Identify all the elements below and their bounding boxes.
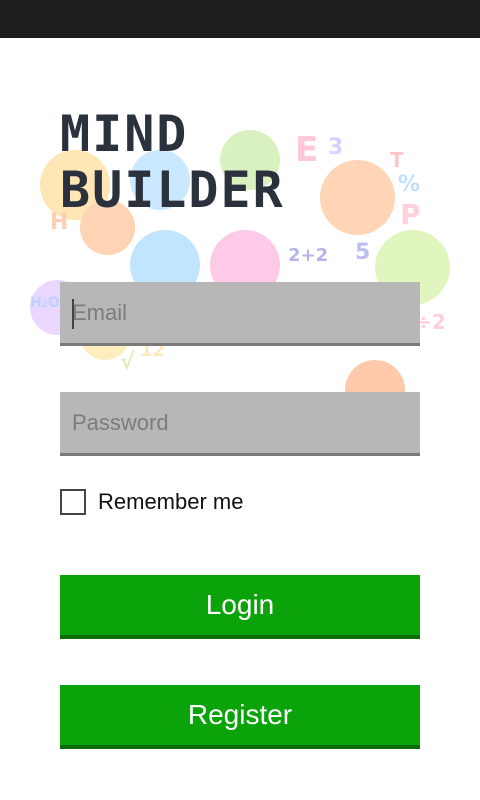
logo-line-2: BUILDER bbox=[60, 161, 285, 219]
email-field[interactable] bbox=[60, 282, 420, 346]
bg-glyph: T bbox=[390, 148, 404, 172]
remember-me-label[interactable]: Remember me bbox=[98, 489, 243, 515]
text-cursor bbox=[72, 299, 74, 329]
login-button[interactable]: Login bbox=[60, 575, 420, 639]
bg-glyph: H₂O bbox=[30, 295, 60, 311]
password-field[interactable] bbox=[60, 392, 420, 456]
logo-line-1: MIND bbox=[60, 105, 189, 163]
app-logo: MIND BUILDER bbox=[60, 106, 285, 218]
bg-glyph: √ bbox=[120, 350, 135, 375]
status-bar bbox=[0, 0, 480, 38]
remember-me-row[interactable]: Remember me bbox=[60, 488, 243, 516]
remember-me-checkbox[interactable] bbox=[60, 489, 86, 515]
register-button[interactable]: Register bbox=[60, 685, 420, 749]
bg-glyph: E bbox=[295, 130, 319, 170]
bg-glyph: 5 bbox=[355, 240, 371, 265]
bg-glyph: 2+2 bbox=[288, 245, 329, 266]
bg-glyph: 3 bbox=[328, 135, 344, 160]
bg-glyph: % bbox=[398, 172, 421, 197]
bg-glyph: P bbox=[400, 198, 421, 231]
